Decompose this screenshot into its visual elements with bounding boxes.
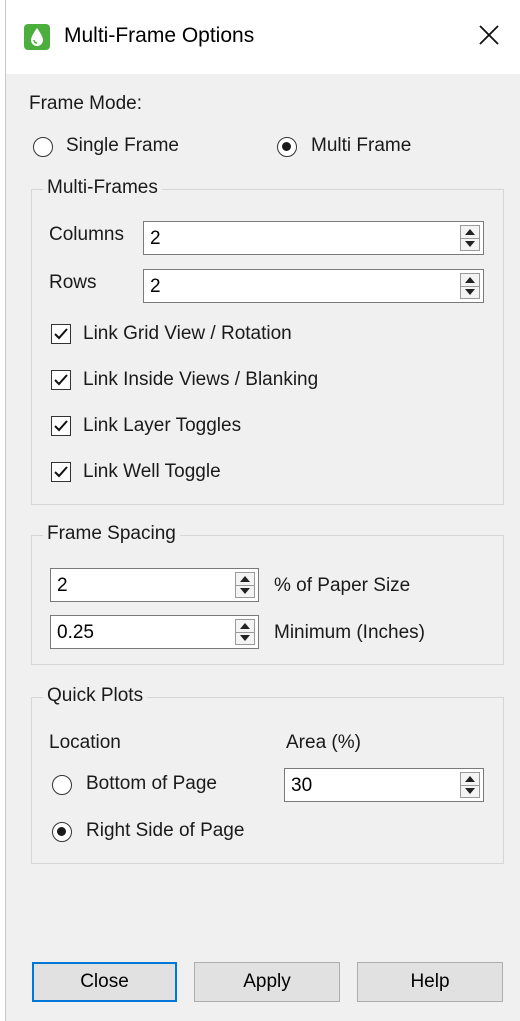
single-frame-radio[interactable] bbox=[33, 137, 53, 157]
rows-label: Rows bbox=[49, 272, 97, 293]
bottom-of-page-radio[interactable] bbox=[52, 775, 72, 795]
link-inside-views-checkbox[interactable] bbox=[51, 370, 71, 390]
window-title: Multi-Frame Options bbox=[64, 24, 255, 47]
checkmark-icon bbox=[54, 420, 68, 432]
columns-value[interactable]: 2 bbox=[150, 228, 161, 250]
link-inside-views-label[interactable]: Link Inside Views / Blanking bbox=[83, 369, 318, 391]
title-bar: Multi-Frame Options bbox=[6, 0, 520, 74]
link-well-toggle-label[interactable]: Link Well Toggle bbox=[83, 461, 221, 483]
right-side-of-page-radio[interactable] bbox=[52, 822, 72, 842]
columns-stepper[interactable] bbox=[460, 225, 480, 251]
link-grid-view-checkbox[interactable] bbox=[51, 324, 71, 344]
columns-label: Columns bbox=[49, 224, 124, 245]
multi-frame-radio[interactable] bbox=[277, 137, 297, 157]
columns-spinbox[interactable]: 2 bbox=[143, 221, 484, 255]
help-button[interactable]: Help bbox=[357, 962, 503, 1002]
multi-frame-label[interactable]: Multi Frame bbox=[311, 135, 411, 157]
area-label: Area (%) bbox=[286, 732, 361, 753]
minimum-inches-spinbox[interactable]: 0.25 bbox=[50, 615, 259, 649]
checkmark-icon bbox=[54, 328, 68, 340]
close-window-button[interactable] bbox=[472, 18, 506, 52]
location-label: Location bbox=[49, 732, 121, 753]
frame-mode-label: Frame Mode: bbox=[29, 93, 142, 114]
paper-size-stepper[interactable] bbox=[235, 572, 255, 598]
arrow-down-icon[interactable] bbox=[461, 286, 479, 298]
area-percent-stepper[interactable] bbox=[460, 772, 480, 798]
paper-size-label: % of Paper Size bbox=[274, 575, 411, 596]
paper-size-value[interactable]: 2 bbox=[57, 575, 68, 597]
right-side-of-page-label[interactable]: Right Side of Page bbox=[86, 820, 244, 842]
close-icon bbox=[479, 25, 499, 45]
minimum-inches-label: Minimum (Inches) bbox=[274, 622, 425, 643]
apply-button[interactable]: Apply bbox=[194, 962, 340, 1002]
arrow-down-icon[interactable] bbox=[236, 585, 254, 597]
area-percent-spinbox[interactable]: 30 bbox=[284, 768, 484, 802]
quick-plots-group-title: Quick Plots bbox=[43, 685, 148, 707]
single-frame-label[interactable]: Single Frame bbox=[66, 135, 179, 157]
rows-stepper[interactable] bbox=[460, 273, 480, 299]
frame-spacing-group-title: Frame Spacing bbox=[43, 523, 180, 545]
arrow-down-icon[interactable] bbox=[461, 238, 479, 250]
rows-value[interactable]: 2 bbox=[150, 276, 161, 298]
checkmark-icon bbox=[54, 374, 68, 386]
link-layer-toggles-checkbox[interactable] bbox=[51, 416, 71, 436]
multi-frame-options-dialog: Multi-Frame Options Frame Mode: Single F… bbox=[5, 0, 520, 1021]
link-well-toggle-checkbox[interactable] bbox=[51, 462, 71, 482]
arrow-down-icon[interactable] bbox=[236, 632, 254, 644]
close-button[interactable]: Close bbox=[32, 962, 177, 1002]
paper-size-spinbox[interactable]: 2 bbox=[50, 568, 259, 602]
water-drop-icon bbox=[24, 24, 50, 50]
rows-spinbox[interactable]: 2 bbox=[143, 269, 484, 303]
minimum-inches-value[interactable]: 0.25 bbox=[57, 622, 94, 644]
minimum-inches-stepper[interactable] bbox=[235, 619, 255, 645]
checkmark-icon bbox=[54, 466, 68, 478]
multi-frames-group-title: Multi-Frames bbox=[43, 177, 162, 199]
link-grid-view-label[interactable]: Link Grid View / Rotation bbox=[83, 323, 292, 345]
link-layer-toggles-label[interactable]: Link Layer Toggles bbox=[83, 415, 241, 437]
arrow-down-icon[interactable] bbox=[461, 785, 479, 797]
bottom-of-page-label[interactable]: Bottom of Page bbox=[86, 773, 217, 795]
area-percent-value[interactable]: 30 bbox=[291, 775, 312, 797]
